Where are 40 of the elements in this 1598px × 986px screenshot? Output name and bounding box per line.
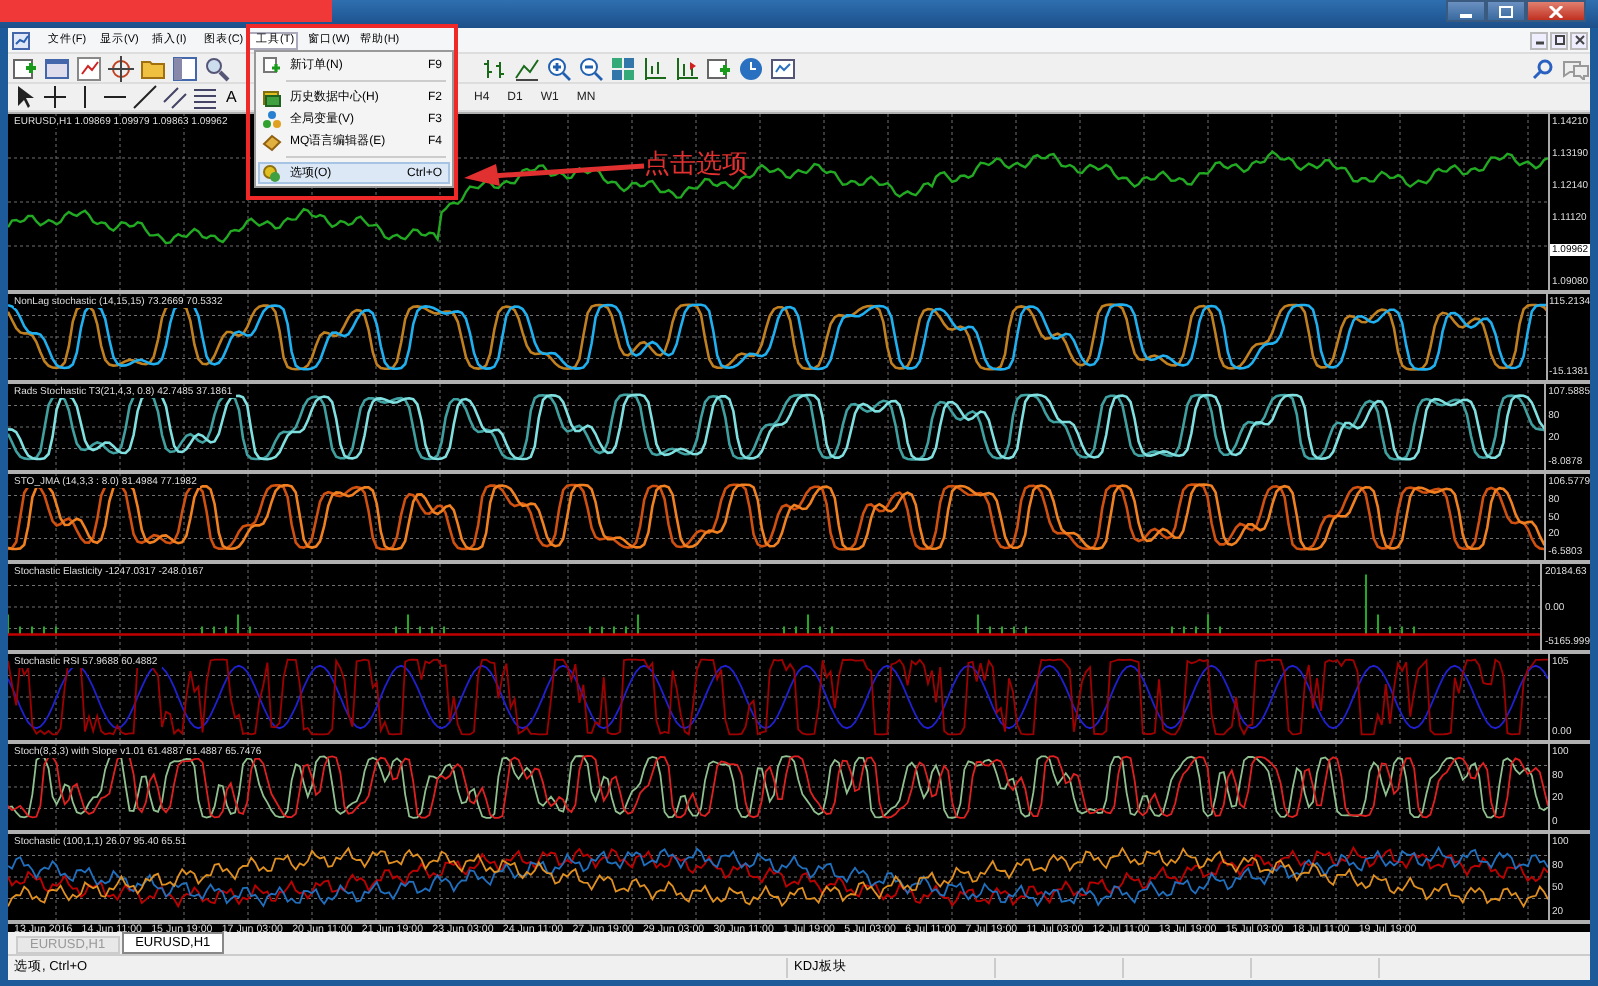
database-icon xyxy=(262,87,282,107)
new-order-icon xyxy=(262,55,282,75)
restore-icon xyxy=(1553,34,1565,46)
zoom-out-icon[interactable] xyxy=(578,55,604,81)
minimize-button[interactable] xyxy=(1446,0,1486,22)
close-icon xyxy=(1573,34,1585,46)
annotation-text: 点击选项 xyxy=(644,148,748,182)
close-button[interactable] xyxy=(1570,31,1588,49)
template-icon[interactable] xyxy=(770,55,796,81)
clock-icon[interactable] xyxy=(738,55,764,81)
app-icon xyxy=(12,31,30,49)
maximize-button[interactable] xyxy=(1486,0,1526,22)
autoscroll-icon[interactable] xyxy=(674,55,700,81)
channel-icon[interactable] xyxy=(162,84,188,110)
crosshair-icon[interactable] xyxy=(108,55,134,81)
close-icon xyxy=(1548,5,1564,17)
chart-shift-icon[interactable] xyxy=(642,55,668,81)
panel-icon[interactable] xyxy=(172,55,198,81)
window-icon[interactable] xyxy=(44,55,70,81)
zoom-in-icon[interactable] xyxy=(546,55,572,81)
minimize-button[interactable] xyxy=(1530,31,1548,49)
indicator-add-icon[interactable] xyxy=(706,55,732,81)
crosshair-icon[interactable] xyxy=(42,84,68,110)
close-button[interactable] xyxy=(1526,0,1586,22)
editor-icon xyxy=(262,131,282,151)
trendline-icon[interactable] xyxy=(132,84,158,110)
options-icon xyxy=(262,163,282,183)
variables-icon xyxy=(262,109,282,129)
tile-windows-icon[interactable] xyxy=(610,55,636,81)
maximize-icon xyxy=(1498,5,1514,17)
new-chart-icon[interactable] xyxy=(12,55,38,81)
bar-chart-icon[interactable] xyxy=(482,55,508,81)
magnifier-icon[interactable] xyxy=(204,55,230,81)
search-icon[interactable] xyxy=(1532,57,1554,79)
cursor-icon[interactable] xyxy=(12,84,38,110)
line-chart-icon[interactable] xyxy=(514,55,540,81)
restore-button[interactable] xyxy=(1550,31,1568,49)
chart-window-icon[interactable] xyxy=(76,55,102,81)
fibonacci-icon[interactable] xyxy=(192,84,218,110)
text-tool-button[interactable]: A xyxy=(222,88,241,106)
